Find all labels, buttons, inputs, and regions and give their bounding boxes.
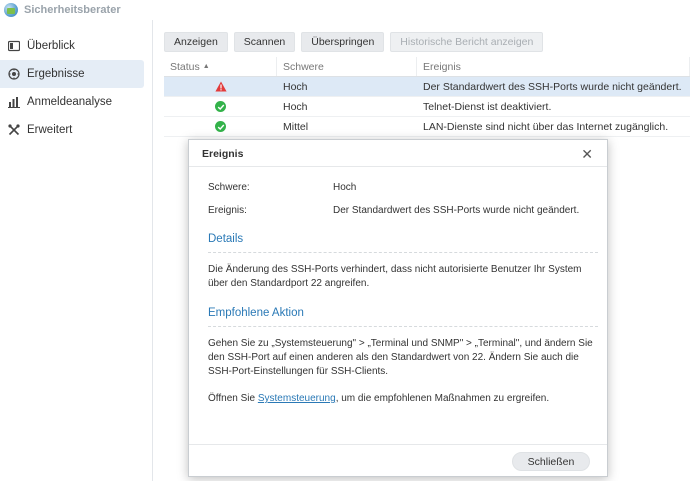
results-icon [8, 68, 20, 80]
open-control-panel-text: Öffnen Sie Systemsteuerung, um die empfo… [208, 393, 550, 404]
event-cell: LAN-Dienste sind nicht über das Internet… [423, 120, 669, 133]
event-row: Ereignis: Der Standardwert des SSH-Ports… [208, 203, 598, 217]
results-table: Status ▲ Schwere Ereignis Hoch Der Standa… [164, 57, 690, 137]
overview-icon [8, 40, 20, 52]
column-header-status[interactable]: Status ▲ [164, 57, 277, 76]
warning-icon [214, 81, 227, 92]
title-bar: Sicherheitsberater [0, 0, 690, 20]
scan-button[interactable]: Scannen [233, 32, 296, 52]
recommended-action-text: Gehen Sie zu „Systemsteuerung" > „Termin… [208, 338, 593, 377]
severity-value: Hoch [333, 181, 357, 193]
check-icon [215, 101, 226, 112]
table-row[interactable]: Hoch Telnet-Dienst ist deaktiviert. [164, 97, 690, 117]
sidebar-item-overview[interactable]: Überblick [0, 32, 144, 60]
close-button[interactable]: Schließen [512, 452, 590, 471]
details-heading: Details [208, 233, 598, 253]
sort-ascending-icon: ▲ [202, 63, 210, 70]
dialog-body: Schwere: Hoch Ereignis: Der Standardwert… [208, 180, 598, 406]
skip-button[interactable]: Überspringen [301, 32, 385, 52]
check-icon [215, 121, 226, 132]
sidebar-item-login-analysis[interactable]: Anmeldeanalyse [0, 88, 144, 116]
chart-icon [8, 96, 20, 108]
sidebar: Überblick Ergebnisse Anmeldeanalyse Erwe… [0, 20, 153, 481]
table-row[interactable]: Mittel LAN-Dienste sind nicht über das I… [164, 117, 690, 137]
table-row[interactable]: Hoch Der Standardwert des SSH-Ports wurd… [164, 77, 690, 97]
event-value: Der Standardwert des SSH-Ports wurde nic… [333, 204, 580, 216]
control-panel-link[interactable]: Systemsteuerung [258, 393, 336, 404]
dialog-footer: Schließen [189, 444, 607, 476]
column-header-severity[interactable]: Schwere [277, 57, 417, 76]
tools-icon [8, 124, 20, 136]
severity-label: Schwere: [208, 181, 250, 193]
dialog-title: Ereignis [202, 147, 244, 160]
close-icon[interactable]: ✕ [581, 147, 593, 161]
severity-cell: Hoch [283, 100, 308, 113]
dialog-header: Ereignis ✕ [189, 141, 607, 167]
status-cell [164, 117, 277, 136]
severity-cell: Hoch [283, 80, 308, 93]
show-button[interactable]: Anzeigen [164, 32, 228, 52]
table-header: Status ▲ Schwere Ereignis [164, 57, 690, 77]
column-header-event[interactable]: Ereignis [417, 57, 690, 76]
recommended-action-heading: Empfohlene Aktion [208, 307, 598, 327]
status-cell [164, 77, 277, 96]
severity-row: Schwere: Hoch [208, 180, 598, 194]
sidebar-item-label: Ergebnisse [27, 68, 85, 80]
toolbar: Anzeigen Scannen Überspringen Historisch… [164, 32, 544, 52]
event-cell: Der Standardwert des SSH-Ports wurde nic… [423, 80, 682, 93]
severity-cell: Mittel [283, 120, 309, 133]
event-label: Ereignis: [208, 204, 247, 216]
sidebar-item-label: Überblick [27, 40, 75, 52]
sidebar-item-label: Erweitert [27, 124, 73, 136]
event-dialog: Ereignis ✕ Schwere: Hoch Ereignis: Der S… [188, 139, 608, 477]
sidebar-item-advanced[interactable]: Erweitert [0, 116, 144, 144]
sidebar-item-label: Anmeldeanalyse [27, 96, 113, 108]
status-cell [164, 97, 277, 116]
app-title: Sicherheitsberater [24, 4, 121, 16]
details-text: Die Änderung des SSH-Ports verhindert, d… [208, 264, 582, 289]
app-logo-icon [4, 3, 18, 17]
history-report-button[interactable]: Historische Bericht anzeigen [390, 32, 544, 52]
event-cell: Telnet-Dienst ist deaktiviert. [423, 100, 552, 113]
sidebar-item-results[interactable]: Ergebnisse [0, 60, 144, 88]
